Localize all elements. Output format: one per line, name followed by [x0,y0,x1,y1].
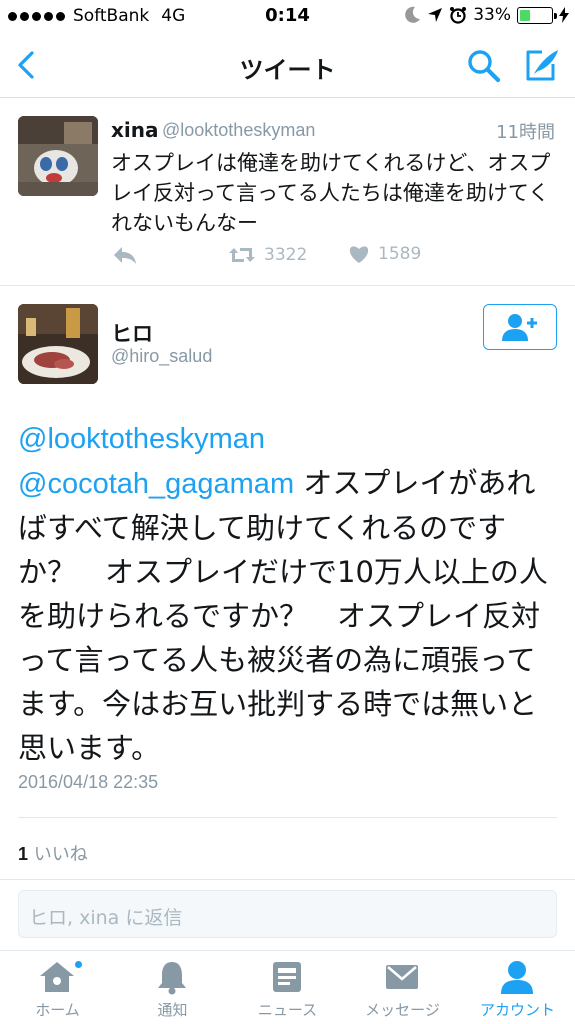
news-icon [273,962,301,992]
status-bar: SoftBank 4G 0:14 33% [0,0,575,34]
status-right: 33% [405,5,569,25]
location-icon [428,8,443,22]
tweet-original[interactable]: xina @looktotheskyman 11時間 オスプレイは俺達を助けてく… [0,98,575,286]
tab-messages[interactable]: メッセージ [345,951,460,1024]
reply-icon [114,247,136,264]
retweet-count: 3322 [264,245,308,265]
retweet-icon [229,248,255,262]
likes-label: いいね [33,844,88,865]
nav-bar: ツイート [0,34,575,98]
tab-label: ホーム [35,1001,80,1019]
add-user-icon [502,314,537,341]
tweet-date: 2016/04/18 22:35 [18,772,159,792]
charging-icon [559,7,569,23]
compose-icon[interactable] [522,46,560,84]
reply-input[interactable]: ヒロ, xina に返信 [18,890,557,938]
moon-icon [405,6,421,23]
tab-bar: ホーム 通知 ニュース メッセージ アカウント [0,950,575,1024]
retweet-button[interactable]: 3322 [228,244,307,266]
home-icon [40,962,74,992]
tweet-actions: 3322 1589 [112,244,552,272]
envelope-icon [386,965,418,989]
follow-button[interactable] [483,304,557,350]
divider [18,817,557,818]
like-button[interactable]: 1589 [348,244,421,264]
heart-icon [349,246,369,263]
tab-label: ニュース [257,1001,318,1019]
tweet-text: @looktotheskyman @cocotah_gagamam オスプレイが… [18,416,563,770]
likes-summary[interactable]: 1 いいね [18,840,88,866]
mention-link[interactable]: @looktotheskyman [18,423,265,455]
tab-label: 通知 [157,1001,188,1019]
battery-percent: 33% [473,5,511,25]
alarm-icon [450,7,467,24]
tweet-body: オスプレイがあればすべて解決して助けてくれるのですか？ オスプレイだけで10万人… [18,466,548,765]
search-icon[interactable] [466,48,502,84]
avatar[interactable] [18,304,98,384]
tab-news[interactable]: ニュース [230,951,345,1024]
reply-bar: ヒロ, xina に返信 [0,880,575,950]
author-name[interactable]: xina [111,118,159,142]
likes-count: 1 [18,844,29,864]
bell-icon [158,962,186,995]
author-handle[interactable]: @hiro_salud [111,346,212,367]
battery-icon [517,6,557,24]
tab-notifications[interactable]: 通知 [115,951,230,1024]
tweet-time: 11時間 [496,122,555,143]
tab-account[interactable]: アカウント [460,951,575,1024]
tab-home[interactable]: ホーム [0,951,115,1024]
avatar[interactable] [18,116,98,196]
like-count: 1589 [378,244,422,264]
author-handle[interactable]: @looktotheskyman [162,120,315,141]
person-icon [501,961,533,994]
tab-label: アカウント [479,1001,555,1019]
notification-dot [74,960,83,969]
mention-link[interactable]: @cocotah_gagamam [18,468,294,500]
tab-label: メッセージ [365,1001,440,1019]
author-name[interactable]: ヒロ [111,318,153,348]
tweet-text: オスプレイは俺達を助けてくれるけど、オスプレイ反対って言ってる人たちは俺達を助け… [111,151,551,235]
reply-button[interactable] [112,244,138,266]
